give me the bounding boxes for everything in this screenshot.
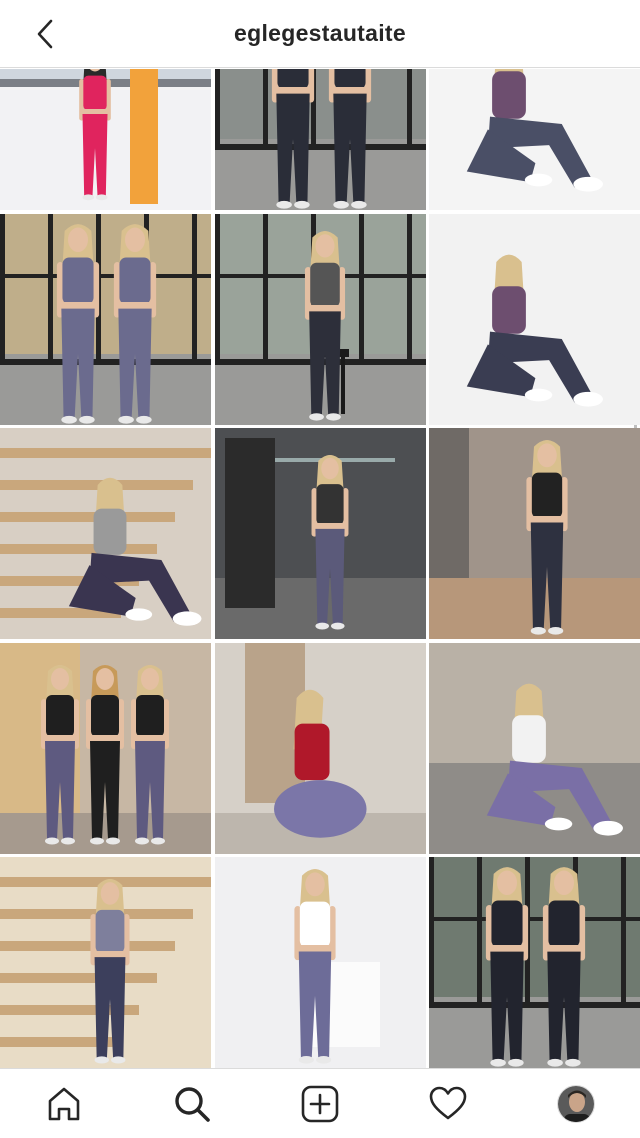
back-button[interactable] (30, 16, 60, 52)
stair-step (0, 512, 175, 522)
window-frame (406, 69, 412, 149)
nav-home[interactable] (32, 1072, 96, 1136)
grid-post[interactable] (429, 428, 640, 639)
grid-post[interactable] (0, 213, 211, 425)
stair-step (0, 973, 157, 983)
window-frame (477, 857, 482, 1007)
photo-grid (0, 69, 640, 1068)
grid-post[interactable] (0, 857, 211, 1068)
post-thumbnail (0, 69, 211, 210)
nav-profile[interactable] (544, 1072, 608, 1136)
post-thumbnail (0, 857, 211, 1068)
post-thumbnail (0, 213, 211, 425)
window-frame (0, 273, 211, 278)
cable-machine (224, 438, 275, 608)
post-thumbnail (0, 428, 211, 639)
window-frame (0, 213, 5, 364)
post-thumbnail (214, 642, 426, 854)
window-frame (262, 69, 268, 149)
post-thumbnail (429, 69, 640, 210)
post-thumbnail (214, 69, 426, 210)
stair-step (0, 941, 175, 951)
window-sill (0, 358, 211, 365)
stair-step (0, 448, 211, 458)
window-frame (406, 213, 412, 364)
window-frame (429, 917, 640, 921)
floor (0, 812, 211, 854)
window-sill (429, 1002, 640, 1008)
grid-post[interactable] (0, 428, 211, 639)
post-thumbnail (429, 213, 640, 425)
window-frame (192, 213, 197, 364)
stair-step (0, 480, 193, 490)
top-bar: eglegestautaite (0, 0, 640, 68)
window-sill (214, 144, 426, 150)
grid-post[interactable] (214, 213, 426, 425)
stool-leg (340, 353, 345, 414)
nav-new-post[interactable] (288, 1072, 352, 1136)
home-icon (48, 1087, 80, 1120)
chevron-left-icon (37, 19, 53, 49)
post-thumbnail (429, 857, 640, 1068)
grid-post[interactable] (429, 857, 640, 1068)
page-title: eglegestautaite (234, 20, 406, 46)
grid-post[interactable] (429, 642, 640, 854)
nav-activity[interactable] (416, 1072, 480, 1136)
avatar-icon (558, 1085, 594, 1122)
stair-step (0, 544, 157, 554)
post-thumbnail (429, 428, 640, 639)
grid-post[interactable] (214, 857, 426, 1068)
window-frame (429, 857, 434, 1007)
post-thumbnail (214, 213, 426, 425)
grid-post[interactable] (214, 428, 426, 639)
avatar (557, 1084, 595, 1123)
window-frame (358, 213, 364, 364)
search-icon (175, 1086, 210, 1122)
grid-post[interactable] (214, 642, 426, 854)
post-thumbnail (429, 642, 640, 854)
window-frame (214, 69, 220, 149)
window-frame (621, 857, 626, 1007)
grid-post[interactable] (214, 69, 426, 210)
plus-square-icon (301, 1085, 339, 1122)
post-thumbnail (214, 857, 426, 1068)
window-frame (48, 213, 53, 364)
nav-search[interactable] (160, 1072, 224, 1136)
grid-post[interactable] (429, 213, 640, 425)
snowboard (130, 69, 158, 204)
instagram-profile-grid-screen: eglegestautaite (0, 0, 640, 1138)
window-frame (214, 213, 220, 364)
post-thumbnail (214, 428, 426, 639)
grid-post[interactable] (0, 642, 211, 854)
heart-icon (429, 1086, 467, 1119)
bottom-navigation (0, 1068, 640, 1138)
grid-post[interactable] (429, 69, 640, 210)
window-frame (262, 213, 268, 364)
grid-post[interactable] (0, 69, 211, 210)
post-thumbnail (0, 642, 211, 854)
